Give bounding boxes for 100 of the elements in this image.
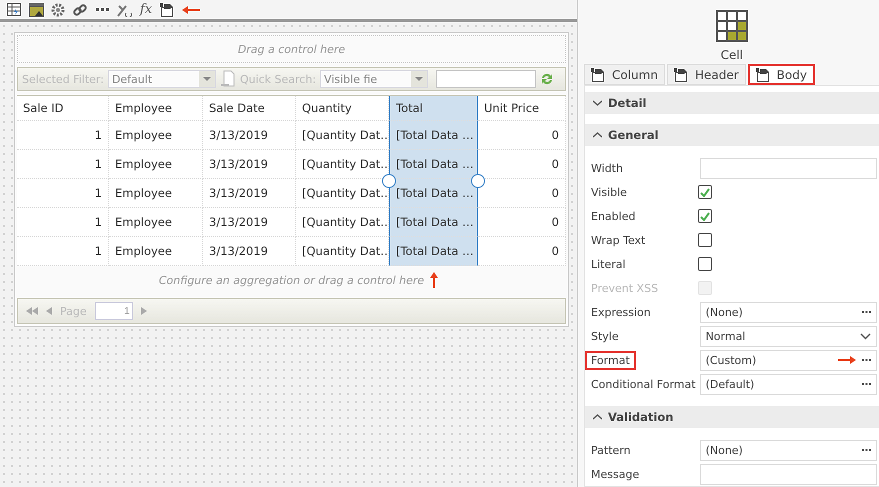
table-button[interactable]: [6, 2, 22, 18]
property-label: Wrap Text: [590, 232, 646, 248]
table-cell: 0: [478, 237, 566, 266]
table-cell: [Total Data …: [389, 150, 478, 179]
column-header[interactable]: Unit Price: [478, 96, 566, 121]
image-icon: [28, 2, 44, 16]
table-cell: 1: [17, 150, 109, 179]
property-label: Style: [590, 328, 620, 344]
property-label: Visible: [590, 184, 628, 200]
tab[interactable]: Header: [666, 64, 746, 85]
chevron-up-icon: [593, 414, 602, 420]
property-label: Enabled: [590, 208, 636, 224]
property-field[interactable]: (Custom): [700, 350, 877, 370]
column-header[interactable]: Sale Date: [203, 96, 296, 121]
table-cell: 0: [478, 150, 566, 179]
link-icon: [73, 2, 87, 16]
checkbox[interactable]: [698, 257, 712, 271]
table-cell: Employee: [109, 179, 203, 208]
column-header[interactable]: Employee: [109, 96, 203, 121]
table-cell: 3/13/2019: [203, 237, 296, 266]
property-label: Prevent XSS: [590, 280, 660, 296]
cell-button[interactable]: [160, 2, 176, 18]
table-cell: 1: [17, 121, 109, 150]
table-cell: [Quantity Dat…: [296, 150, 389, 179]
table-cell: [Quantity Dat…: [296, 237, 389, 266]
table-cell: Employee: [109, 208, 203, 237]
caret-icon: [202, 77, 211, 81]
property-field[interactable]: (None): [700, 440, 877, 460]
property-label: Expression: [590, 304, 652, 320]
table-cell: 3/13/2019: [203, 121, 296, 150]
page-field[interactable]: 1: [94, 302, 133, 320]
table-cell: [Quantity Dat…: [296, 121, 389, 150]
more-icon: [862, 448, 871, 452]
column-header[interactable]: Quantity: [296, 96, 389, 121]
table-cell: Employee: [109, 237, 203, 266]
checkbox[interactable]: [698, 185, 712, 199]
drop-hint: Drag a control here: [17, 35, 566, 63]
gear-icon: [51, 2, 65, 16]
property-field[interactable]: [700, 464, 877, 484]
table-icon: [7, 3, 21, 16]
section-header[interactable]: Detail: [585, 92, 879, 114]
table-cell: Employee: [109, 150, 203, 179]
table-cell: [Total Data …: [389, 208, 478, 237]
property-label: Conditional Format: [590, 376, 697, 392]
property-label: Message: [590, 466, 640, 482]
checkbox[interactable]: [698, 209, 712, 223]
more-icon: [96, 8, 108, 12]
more-button[interactable]: [862, 358, 871, 362]
section-header[interactable]: General: [585, 124, 879, 146]
section-header[interactable]: Validation: [585, 406, 879, 428]
table-cell: 1: [17, 237, 109, 266]
table-cell: 3/13/2019: [203, 179, 296, 208]
more-icon: [862, 310, 871, 314]
footer-hint: Configure an aggregation or drag a control here: [158, 274, 424, 286]
chevron-up-icon: [593, 132, 602, 138]
property-dropdown[interactable]: Normal: [700, 326, 877, 346]
search-field[interactable]: [436, 70, 536, 88]
chevron-down-icon: [593, 100, 602, 106]
more-button[interactable]: [862, 310, 871, 314]
image-button[interactable]: [28, 2, 44, 18]
table-cell: [Total Data …: [389, 237, 478, 266]
panel-title: Cell: [720, 48, 743, 62]
property-field[interactable]: [700, 158, 877, 178]
table-cell: 0: [478, 208, 566, 237]
checkbox[interactable]: [698, 233, 712, 247]
property-field[interactable]: (None): [700, 302, 877, 322]
property-label: Format: [587, 352, 634, 368]
table-cell: [Total Data …: [389, 121, 478, 150]
column-header[interactable]: Total: [389, 96, 478, 121]
cell-tab-icon: [591, 67, 607, 82]
more-button[interactable]: [862, 382, 871, 386]
function-button[interactable]: fx: [138, 2, 154, 18]
tab[interactable]: Column: [584, 64, 665, 85]
more-icon: [862, 382, 871, 386]
table-cell: 0: [478, 179, 566, 208]
cell-tab-icon: [756, 67, 772, 82]
table-cell: 0: [478, 121, 566, 150]
tools-icon: [116, 2, 132, 16]
more-icon: [862, 358, 871, 362]
property-label: Width: [590, 160, 624, 176]
table-cell: [Quantity Dat…: [296, 208, 389, 237]
cell-grid-icon: [716, 10, 748, 42]
more-button[interactable]: [862, 448, 871, 452]
column-header[interactable]: Sale ID: [17, 96, 109, 121]
table-cell: [Quantity Dat…: [296, 179, 389, 208]
property-field[interactable]: (Default): [700, 374, 877, 394]
table-cell: 1: [17, 208, 109, 237]
chevron-down-icon: [860, 332, 871, 340]
table-cell: [Total Data …: [389, 179, 478, 208]
document-icon: [220, 70, 236, 88]
cell-tab-icon: [674, 67, 690, 82]
table-cell: Employee: [109, 121, 203, 150]
table-cell: 3/13/2019: [203, 150, 296, 179]
property-label: Pattern: [590, 442, 632, 458]
link-button[interactable]: [72, 2, 88, 18]
tab[interactable]: Body: [748, 64, 815, 85]
property-label: Literal: [590, 256, 627, 272]
table-cell: 1: [17, 179, 109, 208]
caret-icon: [415, 77, 424, 81]
gear-button[interactable]: [50, 2, 66, 18]
